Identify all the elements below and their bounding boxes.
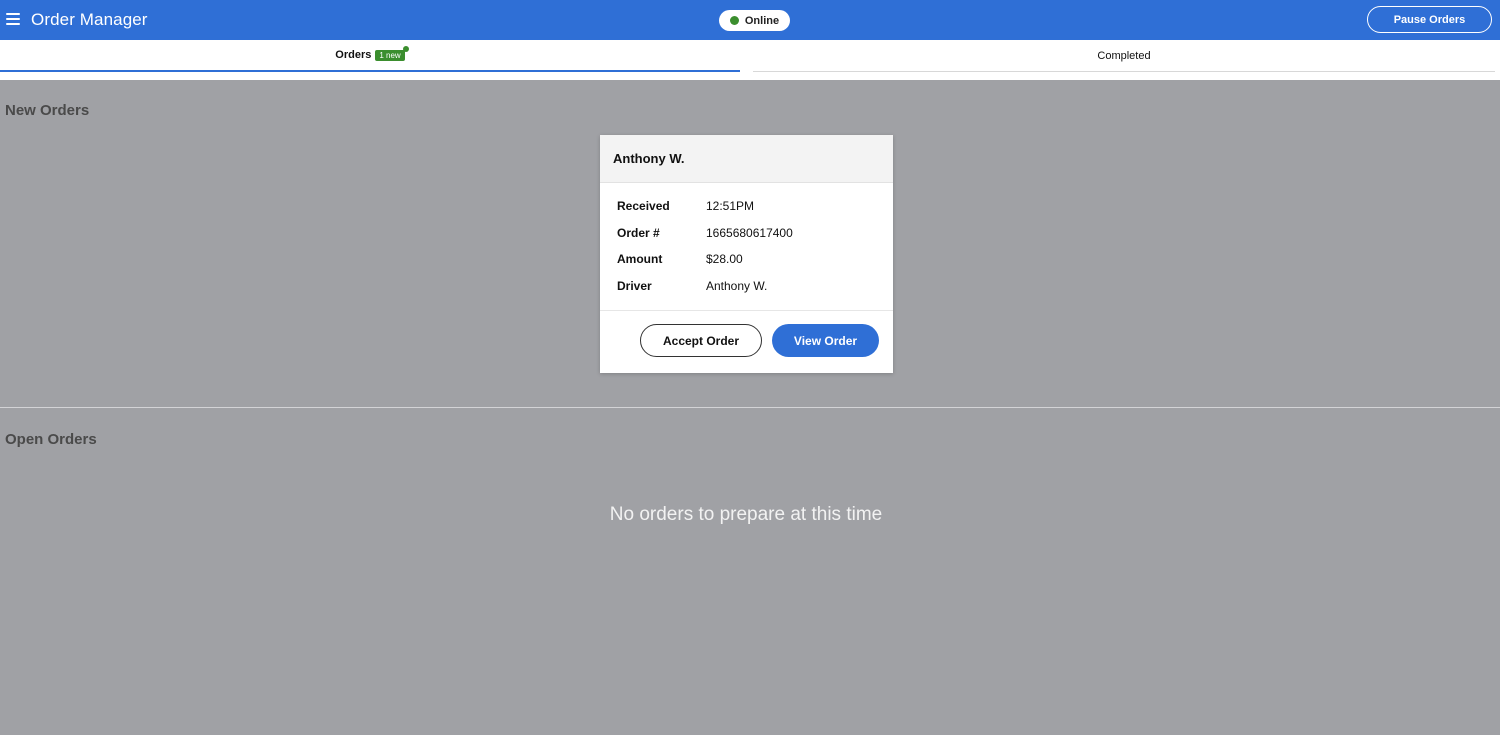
- order-card: Anthony W. Received 12:51PM Order # 1665…: [600, 135, 893, 373]
- detail-value: $28.00: [706, 252, 743, 267]
- new-orders-heading: New Orders: [5, 102, 90, 119]
- tab-completed[interactable]: Completed: [753, 40, 1495, 72]
- detail-value: 12:51PM: [706, 199, 755, 213]
- open-orders-heading: Open Orders: [5, 431, 97, 448]
- order-detail-row: Received 12:51PM: [617, 199, 893, 226]
- detail-label: Amount: [617, 252, 663, 267]
- tab-orders-label: Orders: [335, 49, 372, 61]
- online-status-badge: Online: [719, 10, 790, 31]
- order-detail-row: Amount $28.00: [617, 252, 893, 279]
- detail-value: Anthony W.: [706, 279, 768, 294]
- status-label: Online: [744, 14, 780, 27]
- order-card-actions: Accept Order View Order: [600, 311, 893, 357]
- section-divider: [0, 407, 1500, 408]
- tab-completed-label: Completed: [1097, 49, 1151, 62]
- new-orders-badge: 1 new: [375, 45, 409, 61]
- detail-label: Received: [617, 199, 670, 213]
- order-card-customer: Anthony W.: [600, 135, 893, 183]
- order-card-details: Received 12:51PM Order # 1665680617400 A…: [600, 183, 893, 311]
- pause-orders-button[interactable]: Pause Orders: [1367, 6, 1492, 33]
- top-bar: Order Manager Online Pause Orders: [0, 0, 1500, 40]
- order-detail-row: Order # 1665680617400: [617, 226, 893, 253]
- detail-value: 1665680617400: [706, 225, 793, 240]
- app-title: Order Manager: [31, 10, 148, 29]
- tab-bar: Orders 1 new Completed: [0, 40, 1500, 80]
- status-dot-icon: [729, 16, 739, 25]
- accept-order-button[interactable]: Accept Order: [640, 324, 762, 357]
- hamburger-menu-icon[interactable]: [6, 13, 20, 25]
- new-orders-badge-label: 1 new: [379, 50, 401, 60]
- detail-label: Driver: [617, 279, 652, 294]
- detail-label: Order #: [617, 225, 660, 240]
- tab-orders[interactable]: Orders 1 new: [0, 40, 740, 72]
- notification-dot-icon: [402, 45, 409, 52]
- order-detail-row: Driver Anthony W.: [617, 279, 893, 306]
- open-orders-empty-message: No orders to prepare at this time: [609, 504, 883, 525]
- view-order-button[interactable]: View Order: [772, 324, 879, 357]
